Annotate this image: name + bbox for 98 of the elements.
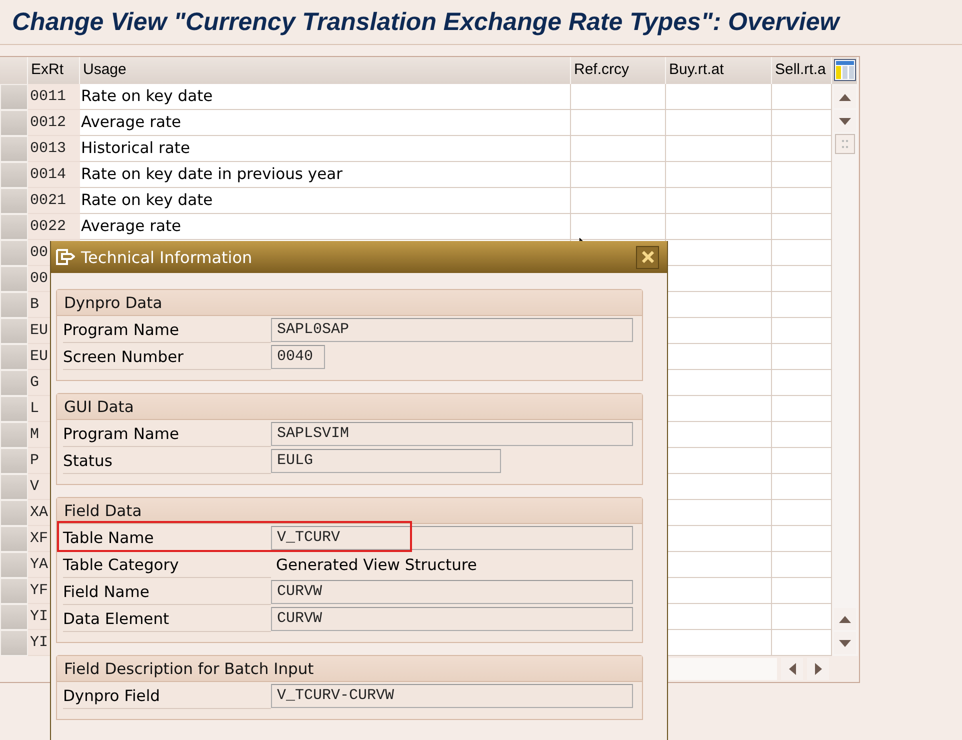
table-cell xyxy=(772,84,832,110)
row-selector[interactable] xyxy=(0,318,28,344)
column-header[interactable]: Usage xyxy=(80,57,571,84)
group-title: GUI Data xyxy=(57,394,642,420)
field-label: Status xyxy=(63,448,271,474)
column-settings-icon[interactable] xyxy=(834,59,856,81)
row-selector[interactable] xyxy=(0,552,28,578)
row-selector[interactable] xyxy=(0,500,28,526)
table-cell: 0011 xyxy=(28,84,80,110)
output-field: V_TCURV xyxy=(271,526,633,550)
table-cell xyxy=(772,396,832,422)
column-header[interactable]: Sell.rt.a xyxy=(772,57,832,84)
table-cell: Rate on key date xyxy=(80,188,571,214)
table-cell xyxy=(772,318,832,344)
vertical-scrollbar[interactable] xyxy=(832,84,858,656)
row-selector[interactable] xyxy=(0,578,28,604)
scroll-left-icon[interactable] xyxy=(788,663,796,675)
row-selector[interactable] xyxy=(0,474,28,500)
table-cell: Historical rate xyxy=(80,136,571,162)
row-selector[interactable] xyxy=(0,526,28,552)
row-selector[interactable] xyxy=(0,188,28,214)
output-field: EULG xyxy=(271,448,501,472)
table-cell: 0014 xyxy=(28,162,80,188)
window-icon xyxy=(55,248,75,266)
table-cell xyxy=(772,136,832,162)
row-selector[interactable] xyxy=(0,448,28,474)
row-selector[interactable] xyxy=(0,370,28,396)
table-cell: Rate on key date xyxy=(80,84,571,110)
table-cell xyxy=(772,422,832,448)
column-header[interactable]: Buy.rt.at xyxy=(666,57,772,84)
output-field: V_TCURV-CURVW xyxy=(271,684,633,708)
row-selector[interactable] xyxy=(0,214,28,240)
row-selector[interactable] xyxy=(0,266,28,292)
row-selector[interactable] xyxy=(0,292,28,318)
dialog-title: Technical Information xyxy=(81,248,254,266)
close-icon xyxy=(642,251,654,263)
group-title: Dynpro Data xyxy=(57,290,642,316)
column-header[interactable]: Ref.crcy xyxy=(571,57,666,84)
table-cell xyxy=(772,162,832,188)
table-cell xyxy=(772,240,832,266)
row-selector[interactable] xyxy=(0,240,28,266)
output-field: SAPL0SAP xyxy=(271,318,633,342)
scroll-up-icon[interactable] xyxy=(839,94,851,100)
table-cell xyxy=(772,188,832,214)
scroll-up-icon[interactable] xyxy=(839,616,851,622)
row-selector[interactable] xyxy=(0,136,28,162)
horizontal-scrollbar[interactable] xyxy=(669,658,777,680)
output-field: 0040 xyxy=(271,344,325,368)
table-cell xyxy=(772,370,832,396)
table-cell xyxy=(772,214,832,240)
table-cell xyxy=(772,344,832,370)
scroll-down-icon[interactable] xyxy=(839,118,851,124)
table-cell: Rate on key date in previous year xyxy=(80,162,571,188)
field-value: Generated View Structure xyxy=(275,556,477,574)
table-cell xyxy=(772,552,832,578)
group-title: Field Description for Batch Input xyxy=(57,656,642,682)
group-title: Field Data xyxy=(57,498,642,524)
field-label: Table Category xyxy=(63,552,271,578)
row-selector[interactable] xyxy=(0,396,28,422)
table-cell xyxy=(772,630,832,656)
row-selector[interactable] xyxy=(0,84,28,110)
output-field: CURVW xyxy=(271,606,633,630)
table-cell xyxy=(772,500,832,526)
table-cell xyxy=(772,578,832,604)
table-cell xyxy=(772,266,832,292)
field-label: Program Name xyxy=(63,420,271,446)
table-cell xyxy=(772,292,832,318)
row-selector[interactable] xyxy=(0,162,28,188)
table-cell: Average rate xyxy=(80,214,571,240)
select-all-header[interactable] xyxy=(0,57,28,84)
close-button[interactable] xyxy=(636,246,659,268)
column-header[interactable]: ExRt xyxy=(28,57,80,84)
output-field: SAPLSVIM xyxy=(271,422,633,446)
row-selector[interactable] xyxy=(0,344,28,370)
table-cell: 0012 xyxy=(28,110,80,136)
output-field: CURVW xyxy=(271,580,633,604)
screen-title: Change View "Currency Translation Exchange Rate Types": Overview xyxy=(12,8,840,36)
field-label: Data Element xyxy=(63,606,271,632)
table-cell xyxy=(772,110,832,136)
field-label: Dynpro Field xyxy=(63,682,271,708)
row-selector[interactable] xyxy=(0,604,28,630)
scroll-down-icon[interactable] xyxy=(839,640,851,646)
row-selector[interactable] xyxy=(0,422,28,448)
field-label: Screen Number xyxy=(63,344,271,370)
row-selector[interactable] xyxy=(0,110,28,136)
table-cell: 0022 xyxy=(28,214,80,240)
table-cell xyxy=(772,526,832,552)
table-cell xyxy=(772,448,832,474)
table-cell: 0021 xyxy=(28,188,80,214)
field-label: Field Name xyxy=(63,578,271,604)
table-cell xyxy=(772,604,832,630)
field-label: Program Name xyxy=(63,316,271,342)
scroll-right-icon[interactable] xyxy=(814,663,822,675)
table-cell: Average rate xyxy=(80,110,571,136)
table-cell xyxy=(772,474,832,500)
row-selector[interactable] xyxy=(0,630,28,656)
scroll-thumb[interactable] xyxy=(835,134,855,154)
table-cell: 0013 xyxy=(28,136,80,162)
